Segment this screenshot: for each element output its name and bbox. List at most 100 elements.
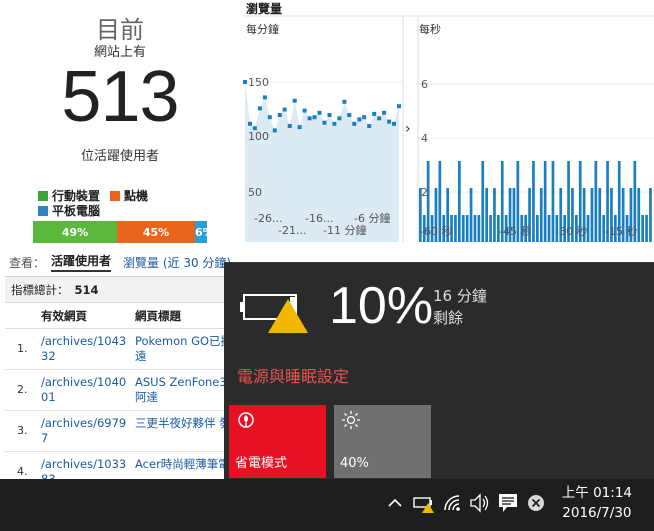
active-users-caption: 位活躍使用者 [80, 149, 159, 164]
table-row: 2. /archives/104001 ASUS ZenFone3 王阿達 [5, 370, 245, 411]
pageviews-svg: 每分鐘 每秒 150 100 50 6 4 2 -26... -21... -1… [243, 15, 654, 242]
per-minute-point [302, 108, 307, 113]
per-minute-point [337, 116, 342, 121]
row-page-link[interactable]: /archives/69797 [35, 416, 129, 448]
per-second-bar [594, 161, 598, 242]
per-minute-point [282, 107, 287, 112]
close-circle-icon[interactable] [526, 491, 546, 515]
per-second-bar [590, 188, 594, 242]
metric-totals: 指標總計： 514 [5, 277, 245, 303]
per-second-bar [477, 215, 481, 242]
per-minute-point [342, 99, 347, 104]
chart-nav-arrow[interactable]: › [405, 121, 411, 137]
per-second-bar [469, 188, 473, 242]
per-second-bar [547, 215, 551, 242]
battery-time-remaining: 16 分鐘 [433, 287, 487, 305]
segment-tablet: 6% [195, 221, 207, 243]
segment-desktop: 45% [117, 221, 195, 243]
row-page-link[interactable]: /archives/104001 [35, 375, 129, 407]
per-second-bar [489, 215, 492, 242]
per-second-bar [539, 188, 543, 242]
per-minute-point [322, 120, 327, 125]
action-center-icon[interactable] [497, 491, 519, 517]
per-minute-point [243, 80, 247, 84]
table-row: 1. /archives/104332 Pokemon GO已推出 遠 [5, 329, 245, 370]
legend-swatch [38, 205, 48, 216]
power-sleep-settings-link[interactable]: 電源與睡眠設定 [237, 363, 349, 387]
clock-time: 上午 01:14 [561, 485, 632, 501]
pageviews-title: 瀏覽量 [246, 2, 283, 16]
row-index: 4. [17, 465, 28, 478]
device-legend: 行動裝置 點機 平板電腦 [38, 188, 158, 218]
per-second-bar [637, 188, 641, 242]
totals-label: 指標總計： [11, 282, 69, 297]
legend-label: 平板電腦 [52, 204, 101, 218]
per-minute-point [297, 125, 302, 130]
volume-icon[interactable] [469, 491, 489, 515]
per-second-bar [465, 215, 469, 242]
x-tick: -45 秒 [499, 224, 531, 238]
per-minute-point [272, 128, 277, 133]
battery-remaining-label: 剩餘 [433, 309, 464, 327]
y-tick: 50 [248, 186, 262, 199]
taskbar: 上午 01:14 2016/7/30 [0, 479, 654, 531]
battery-warning-icon [240, 294, 308, 333]
per-minute-label: 每分鐘 [246, 22, 279, 36]
per-second-bar [532, 161, 535, 242]
y-tick: 4 [421, 132, 428, 145]
active-users-count: 513 [61, 57, 179, 137]
battery-saver-tile[interactable]: 省電模式 [229, 405, 326, 478]
pageviews-chart: 每分鐘 每秒 150 100 50 6 4 2 -26... -21... -1… [243, 0, 654, 242]
totals-value: 514 [74, 282, 99, 297]
row-index: 1. [17, 342, 28, 355]
table-row: 3. /archives/69797 三更半夜好夥伴 發 [5, 411, 245, 452]
header-page[interactable]: 有效網頁 [35, 308, 129, 324]
tab-active-users[interactable]: 活躍使用者 [51, 252, 112, 272]
system-clock[interactable]: 上午 01:14 2016/7/30 [562, 483, 632, 523]
per-second-bar [493, 188, 496, 242]
per-second-bar [598, 188, 602, 242]
per-minute-point [267, 115, 272, 120]
per-minute-point [312, 115, 317, 120]
per-minute-point [327, 113, 332, 117]
per-second-bar [641, 215, 644, 242]
per-minute-point [277, 113, 282, 117]
show-hidden-icons-icon[interactable] [386, 491, 404, 515]
legend-desktop: 點機 [110, 187, 148, 204]
tab-pageviews[interactable]: 瀏覽量 (近 30 分鐘) [123, 254, 231, 271]
per-minute-point [332, 121, 337, 126]
y-tick: 100 [248, 130, 269, 143]
per-second-label: 每秒 [419, 22, 441, 36]
per-second-bar [473, 215, 477, 242]
tabs-label: 查看： [9, 255, 46, 270]
x-tick: -6 分鐘 [354, 211, 390, 225]
per-minute-point [352, 121, 357, 126]
per-minute-point [287, 124, 292, 128]
battery-tray-icon[interactable] [412, 491, 436, 517]
battery-flyout: 10% 16 分鐘 剩餘 電源與睡眠設定 省電模式 40% [224, 262, 654, 479]
legend-label: 點機 [124, 189, 149, 203]
battery-saver-icon [238, 412, 254, 428]
taskbar-ghost-content [0, 481, 380, 529]
top-pages-table: 指標總計： 514 有效網頁 網頁標題 1. /archives/104332 … [5, 276, 245, 506]
x-tick: -30 秒 [555, 224, 587, 238]
wifi-icon[interactable] [442, 491, 462, 515]
per-minute-point [248, 121, 252, 126]
table-header: 有效網頁 網頁標題 [5, 303, 245, 329]
per-minute-point [367, 124, 372, 128]
x-tick: -15 秒 [605, 224, 637, 238]
row-index: 2. [17, 383, 28, 396]
y-tick: 150 [248, 76, 269, 89]
per-second-bar [461, 215, 465, 242]
legend-swatch [110, 190, 121, 201]
per-minute-point [392, 121, 396, 126]
brightness-tile[interactable]: 40% [334, 405, 431, 478]
per-minute-point [357, 117, 362, 122]
realtime-title: 目前 [96, 16, 144, 44]
per-minute-point [257, 106, 262, 111]
row-page-link[interactable]: /archives/104332 [35, 334, 129, 366]
per-minute-point [382, 110, 387, 115]
per-second-bar [551, 161, 555, 242]
per-second-bar [543, 161, 547, 242]
per-second-bar [485, 188, 488, 242]
